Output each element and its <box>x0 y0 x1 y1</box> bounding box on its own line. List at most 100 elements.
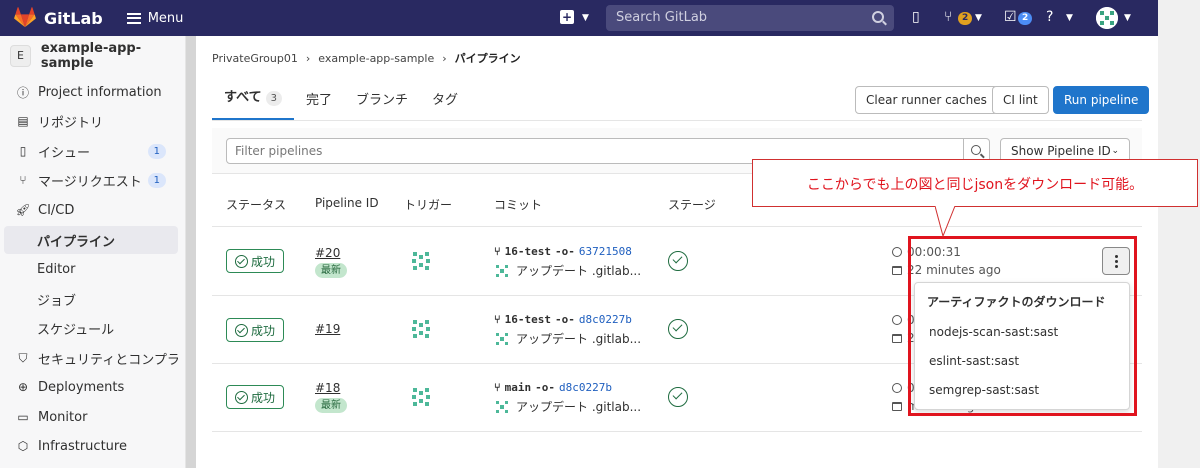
trigger-avatar-icon[interactable] <box>410 250 432 272</box>
sidebar-scrollbar[interactable] <box>186 36 196 468</box>
trigger-avatar-icon[interactable] <box>410 386 432 408</box>
commit-sha-link[interactable]: d8c0227b <box>579 313 632 326</box>
top-navbar: GitLab Menu + ▼ Search GitLab ▯ ⑂ 2 ▼ ☑ … <box>0 0 1158 36</box>
menu-button[interactable]: Menu <box>126 11 183 26</box>
sidebar-item-security[interactable]: ⛉ セキュリティとコンプライ <box>4 344 178 372</box>
pipeline-id-link[interactable]: #20 <box>315 246 340 260</box>
pipeline-id-link[interactable]: #19 <box>315 322 340 336</box>
help-icon[interactable]: ? <box>1046 9 1053 25</box>
stage-passed-icon[interactable] <box>668 319 688 339</box>
new-item-icon[interactable]: + <box>560 10 574 24</box>
commit-author-avatar-icon[interactable] <box>494 399 510 415</box>
highlight-box <box>908 236 1137 416</box>
branch-link[interactable]: 16-test <box>505 313 551 326</box>
branch-icon: ⑂ <box>494 313 501 326</box>
rocket-icon: 🚀︎ <box>15 203 31 217</box>
commit-info: アップデート .gitlab... <box>494 262 641 279</box>
commit-message-link[interactable]: アップデート .gitlab... <box>516 398 641 415</box>
breadcrumb-current[interactable]: パイプライン <box>455 50 521 66</box>
latest-badge: 最新 <box>315 398 347 413</box>
user-avatar[interactable] <box>1096 7 1118 29</box>
sidebar-item-cicd[interactable]: 🚀︎ CI/CD <box>4 196 178 224</box>
commit-ref: ⑂ 16-test -o- d8c0227b <box>494 313 632 326</box>
sidebar-item-monitor[interactable]: ▭ Monitor <box>4 403 178 431</box>
check-circle-icon <box>234 323 248 337</box>
tab-branches[interactable]: ブランチ <box>344 89 420 120</box>
chevron-down-icon[interactable]: ▼ <box>1066 13 1073 23</box>
sort-select-value: Show Pipeline ID <box>1011 144 1111 158</box>
tab-finished[interactable]: 完了 <box>294 89 344 120</box>
sidebar-item-pipelines[interactable]: パイプライン <box>4 226 178 254</box>
tabs-divider <box>212 120 1142 121</box>
tab-tags[interactable]: タグ <box>420 89 470 120</box>
status-badge[interactable]: 成功 <box>226 385 284 409</box>
commit-ref: ⑂ main -o- d8c0227b <box>494 381 612 394</box>
document-icon: ▤ <box>17 114 29 128</box>
infrastructure-icon: ⬡ <box>17 439 29 453</box>
issues-count-badge: 1 <box>147 143 166 159</box>
merge-request-icon: ⑂ <box>19 173 27 187</box>
search-input[interactable]: Search GitLab <box>606 5 894 31</box>
column-header-status: ステータス <box>226 198 287 212</box>
tab-label: 完了 <box>305 93 332 108</box>
column-header-pipeline-id: Pipeline ID <box>315 196 379 210</box>
calendar-icon <box>892 401 902 411</box>
sidebar-item-merge-requests[interactable]: ⑂ マージリクエスト 1 <box>4 166 178 194</box>
deployments-icon: ⊕ <box>17 380 29 394</box>
branch-link[interactable]: main <box>505 381 532 394</box>
search-icon <box>971 145 981 155</box>
stage-passed-icon[interactable] <box>668 387 688 407</box>
sidebar-item-label: ジョブ <box>37 293 77 309</box>
commit-message-link[interactable]: アップデート .gitlab... <box>516 262 641 279</box>
check-circle-icon <box>234 254 248 268</box>
tab-label: すべて <box>224 90 262 105</box>
todo-nav-icon[interactable]: ☑ <box>1004 9 1017 25</box>
trigger-avatar-icon[interactable] <box>410 318 432 340</box>
sidebar-item-schedules[interactable]: スケジュール <box>4 314 178 342</box>
gitlab-logo[interactable]: GitLab <box>14 7 103 29</box>
ci-lint-button[interactable]: CI lint <box>992 86 1049 114</box>
stage-passed-icon[interactable] <box>668 251 688 271</box>
annotation-callout: ここからでも上の図と同じjsonをダウンロード可能。 <box>752 159 1198 207</box>
sidebar-item-label: CI/CD <box>38 202 75 218</box>
sidebar-item-infrastructure[interactable]: ⬡ Infrastructure <box>4 432 178 460</box>
chevron-down-icon[interactable]: ▼ <box>975 13 982 23</box>
pipeline-id-link[interactable]: #18 <box>315 381 340 395</box>
tab-label: ブランチ <box>355 93 408 108</box>
issues-nav-icon[interactable]: ▯ <box>912 9 920 25</box>
calendar-icon <box>892 265 902 275</box>
merge-request-nav-icon[interactable]: ⑂ <box>944 9 952 25</box>
commit-info: アップデート .gitlab... <box>494 398 641 415</box>
chevron-right-icon: › <box>305 51 311 65</box>
column-header-stages: ステージ <box>668 198 716 212</box>
commit-sha-link[interactable]: 63721508 <box>579 245 632 258</box>
project-avatar: E <box>10 45 31 67</box>
chevron-down-icon[interactable]: ▼ <box>582 13 589 23</box>
breadcrumb-project[interactable]: example-app-sample <box>318 52 434 65</box>
column-header-commit: コミット <box>494 198 543 212</box>
sidebar-item-project-information[interactable]: ⓘ Project information <box>4 78 178 106</box>
status-badge[interactable]: 成功 <box>226 318 284 342</box>
sidebar-item-jobs[interactable]: ジョブ <box>4 285 178 313</box>
sidebar-item-issues[interactable]: ▯ イシュー 1 <box>4 137 178 165</box>
chevron-down-icon[interactable]: ▼ <box>1124 13 1131 23</box>
sidebar-project-header[interactable]: E example-app-sample <box>0 36 185 76</box>
commit-icon: -o- <box>554 313 575 326</box>
commit-sha-link[interactable]: d8c0227b <box>559 381 612 394</box>
commit-author-avatar-icon[interactable] <box>494 331 510 347</box>
tab-all[interactable]: すべて 3 <box>212 86 294 120</box>
issues-icon: ▯ <box>19 144 27 158</box>
brand-name: GitLab <box>44 8 103 28</box>
sidebar-item-label: セキュリティとコンプライ <box>38 352 178 368</box>
commit-author-avatar-icon[interactable] <box>494 263 510 279</box>
clear-runner-caches-button[interactable]: Clear runner caches <box>855 86 998 114</box>
run-pipeline-button[interactable]: Run pipeline <box>1053 86 1150 114</box>
branch-link[interactable]: 16-test <box>505 245 551 258</box>
sidebar-item-deployments[interactable]: ⊕ Deployments <box>4 373 178 401</box>
monitor-icon: ▭ <box>17 410 29 424</box>
sidebar-item-repository[interactable]: ▤ リポジトリ <box>4 107 178 135</box>
commit-message-link[interactable]: アップデート .gitlab... <box>516 330 641 347</box>
sidebar-item-editor[interactable]: Editor <box>4 255 178 283</box>
status-badge[interactable]: 成功 <box>226 249 284 273</box>
breadcrumb-group[interactable]: PrivateGroup01 <box>212 52 298 65</box>
